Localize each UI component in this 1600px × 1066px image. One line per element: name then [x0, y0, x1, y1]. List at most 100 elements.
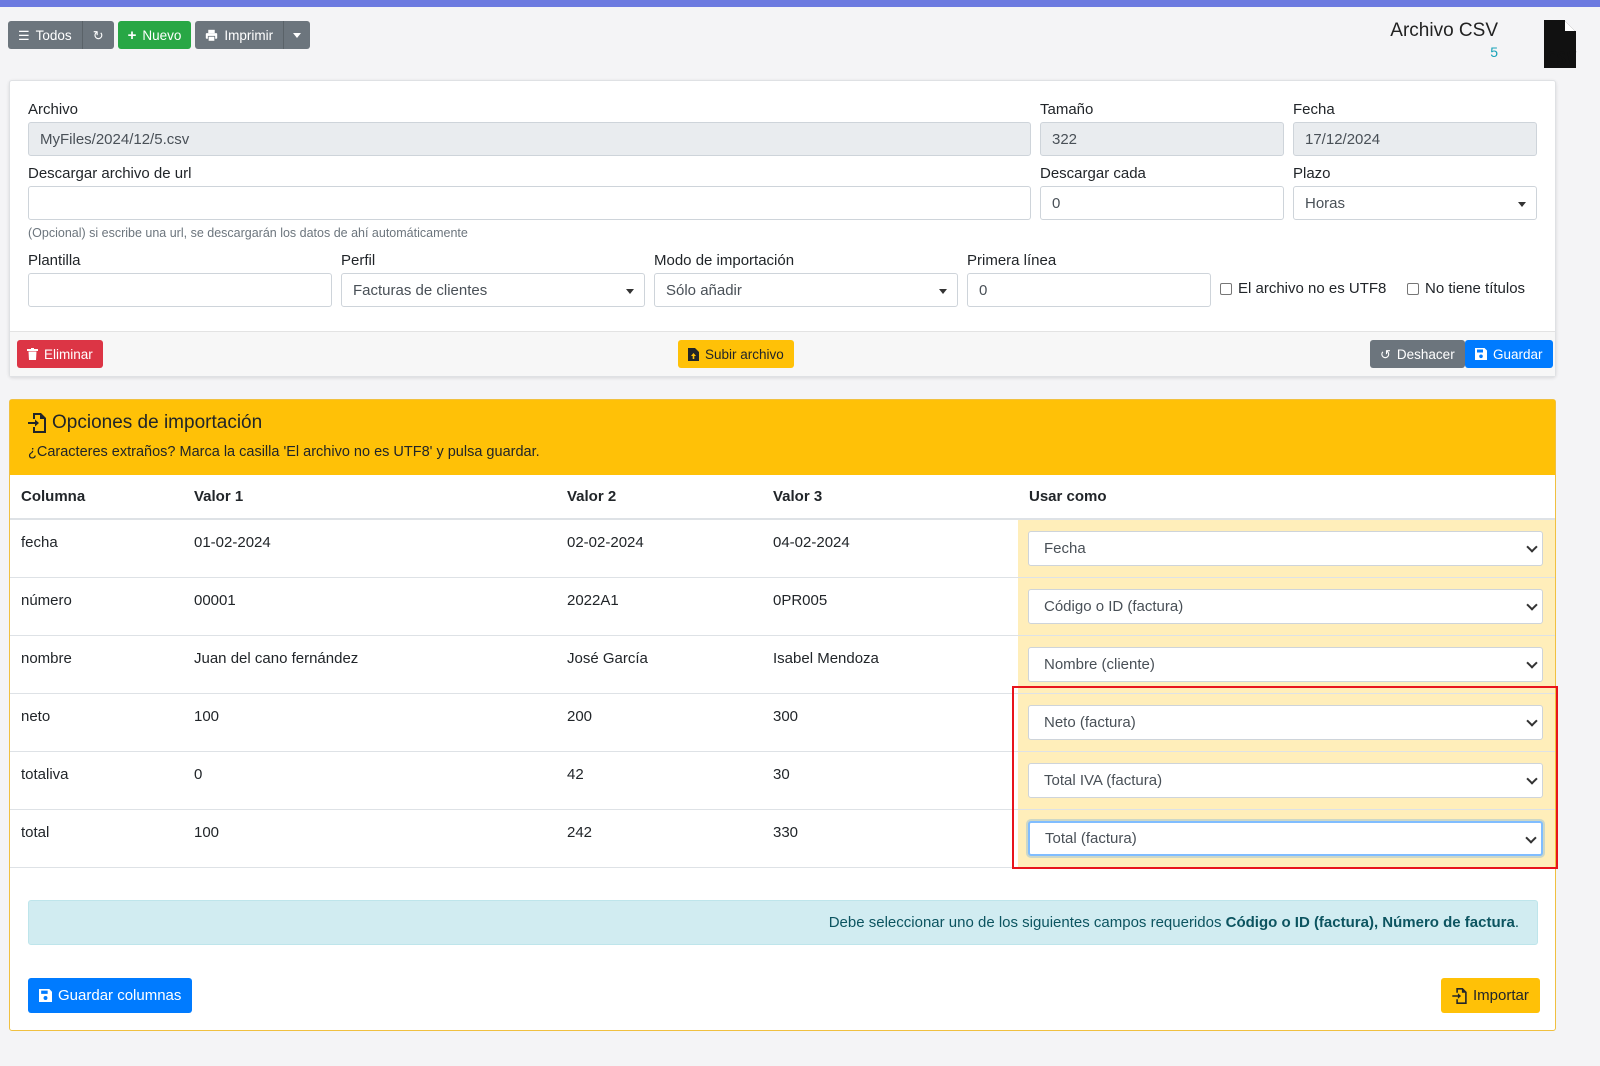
- cell-use-as: Fecha: [1018, 519, 1555, 578]
- new-button[interactable]: + Nuevo: [117, 21, 192, 49]
- use-as-select[interactable]: Neto (factura): [1028, 704, 1543, 740]
- delete-button[interactable]: Eliminar: [17, 340, 103, 368]
- required-fields-alert: Debe seleccionar uno de los siguientes c…: [28, 900, 1538, 945]
- trash-icon: [27, 348, 38, 360]
- import-mode-label: Modo de importación: [654, 252, 795, 269]
- first-line-input[interactable]: 0: [967, 273, 1211, 307]
- not-utf8-checkbox-box[interactable]: [1220, 282, 1232, 295]
- cell-value: 100: [183, 809, 556, 868]
- new-button-label: Nuevo: [142, 27, 182, 43]
- upload-file-button[interactable]: Subir archivo: [678, 340, 794, 368]
- use-as-select-value: Fecha: [1044, 540, 1086, 557]
- use-as-select-value: Total IVA (factura): [1044, 771, 1163, 789]
- table-row: neto 100 200 300 Neto (factura): [10, 693, 1555, 752]
- cell-value: 300: [762, 693, 1018, 752]
- table-row: totaliva 0 42 30 Total IVA (factura): [10, 751, 1555, 810]
- use-as-select-value: Neto (factura): [1044, 713, 1136, 731]
- profile-select[interactable]: Facturas de clientes: [341, 273, 645, 307]
- alert-prefix: Debe seleccionar uno de los siguientes c…: [828, 914, 1222, 931]
- csv-file-icon: CSV: [1544, 20, 1577, 68]
- import-options-subtitle: ¿Caracteres extraños? Marca la casilla '…: [28, 444, 540, 460]
- alert-required-fields: Código o ID (factura), Número de factura: [1225, 914, 1515, 931]
- import-options-title: Opciones de importación: [28, 412, 262, 434]
- no-titles-checkbox-box[interactable]: [1407, 282, 1419, 295]
- cell-value: 200: [556, 693, 762, 752]
- column-mapping-table: Columna Valor 1 Valor 2 Valor 3 Usar com…: [10, 475, 1555, 868]
- undo-button[interactable]: ↺ Deshacer: [1370, 340, 1465, 368]
- cell-value: 42: [556, 751, 762, 810]
- chevron-down-icon: [1526, 541, 1538, 553]
- use-as-select-value: Código o ID (factura): [1044, 597, 1184, 615]
- floppy-icon: [1475, 348, 1487, 360]
- cell-value: 242: [556, 809, 762, 868]
- profile-label: Perfil: [341, 252, 376, 269]
- cell-value: 0: [183, 751, 556, 810]
- file-import-icon: [1452, 987, 1467, 1004]
- url-input[interactable]: [28, 186, 1031, 220]
- use-as-select[interactable]: Total (factura): [1028, 820, 1543, 856]
- svg-text:CSV: CSV: [1546, 49, 1577, 68]
- cell-use-as: Nombre (cliente): [1018, 635, 1555, 694]
- alert-text: Debe seleccionar uno de los siguientes c…: [829, 914, 1519, 931]
- column-header: Valor 2: [556, 475, 762, 520]
- print-button-group: Imprimir: [195, 21, 311, 49]
- record-id: 5: [1490, 44, 1498, 60]
- size-field[interactable]: 322: [1040, 122, 1284, 156]
- column-header: Valor 1: [183, 475, 556, 520]
- save-columns-button[interactable]: Guardar columnas: [28, 978, 193, 1013]
- import-options-header: Opciones de importación ¿Caracteres extr…: [10, 400, 1555, 475]
- import-button-label: Importar: [1473, 987, 1529, 1004]
- import-options-title-text: Opciones de importación: [52, 412, 263, 433]
- undo-icon: ↺: [1380, 346, 1391, 362]
- refresh-button[interactable]: ↻: [81, 21, 114, 49]
- table-row: nombre Juan del cano fernández José Garc…: [10, 635, 1555, 694]
- printer-icon: [206, 29, 218, 42]
- chevron-down-icon: [1526, 772, 1538, 785]
- cell-value: Isabel Mendoza: [762, 635, 1018, 694]
- import-button[interactable]: Importar: [1441, 978, 1540, 1013]
- term-select[interactable]: Horas: [1293, 186, 1537, 220]
- cell-value: Juan del cano fernández: [183, 635, 556, 694]
- term-label: Plazo: [1293, 165, 1331, 182]
- date-field[interactable]: 17/12/2024: [1293, 122, 1537, 156]
- use-as-select[interactable]: Nombre (cliente): [1028, 646, 1543, 682]
- first-line-label: Primera línea: [967, 252, 1057, 269]
- save-button[interactable]: Guardar: [1465, 340, 1553, 368]
- toolbar: ☰ Todos ↻ + Nuevo Imprimir: [8, 21, 311, 49]
- cell-use-as: Total IVA (factura): [1018, 751, 1555, 810]
- table-row: número 00001 2022A1 0PR005 Código o ID (…: [10, 577, 1555, 636]
- table-row: fecha 01-02-2024 02-02-2024 04-02-2024 F…: [10, 519, 1555, 578]
- download-every-input[interactable]: 0: [1040, 186, 1284, 220]
- no-titles-checkbox[interactable]: No tiene títulos: [1407, 280, 1525, 297]
- cell-value: 2022A1: [556, 577, 762, 636]
- top-accent-bar: [0, 0, 1600, 7]
- file-path-field[interactable]: MyFiles/2024/12/5.csv: [28, 122, 1031, 156]
- use-as-select[interactable]: Código o ID (factura): [1028, 588, 1543, 624]
- caret-down-icon: [293, 32, 302, 38]
- print-dropdown-toggle[interactable]: [283, 21, 311, 49]
- date-label: Fecha: [1293, 101, 1335, 118]
- url-help-text: (Opcional) si escribe una url, se descar…: [28, 226, 468, 240]
- use-as-select[interactable]: Fecha: [1028, 531, 1543, 566]
- page-title: Archivo CSV: [1390, 20, 1498, 41]
- cell-column-name: neto: [10, 693, 183, 752]
- cell-column-name: totaliva: [10, 751, 183, 810]
- print-button[interactable]: Imprimir: [195, 21, 284, 49]
- file-form-card: Archivo MyFiles/2024/12/5.csv Tamaño 322…: [9, 80, 1556, 377]
- template-label: Plantilla: [28, 252, 81, 269]
- url-label: Descargar archivo de url: [28, 165, 192, 182]
- all-button-group: ☰ Todos ↻: [8, 21, 114, 49]
- print-button-label: Imprimir: [224, 27, 274, 43]
- cell-value: 330: [762, 809, 1018, 868]
- plus-icon: +: [127, 26, 137, 44]
- all-button-label: Todos: [35, 27, 72, 43]
- delete-button-label: Eliminar: [44, 346, 93, 362]
- file-form-footer: Eliminar Subir archivo ↺ Deshacer Guarda…: [10, 331, 1555, 376]
- template-input[interactable]: [28, 273, 332, 307]
- table-row: total 100 242 330 Total (factura): [10, 809, 1555, 868]
- import-mode-select[interactable]: Sólo añadir: [654, 273, 958, 307]
- all-button[interactable]: ☰ Todos: [8, 21, 82, 49]
- not-utf8-checkbox[interactable]: El archivo no es UTF8: [1220, 280, 1386, 297]
- cell-column-name: total: [10, 809, 183, 868]
- use-as-select[interactable]: Total IVA (factura): [1028, 762, 1543, 798]
